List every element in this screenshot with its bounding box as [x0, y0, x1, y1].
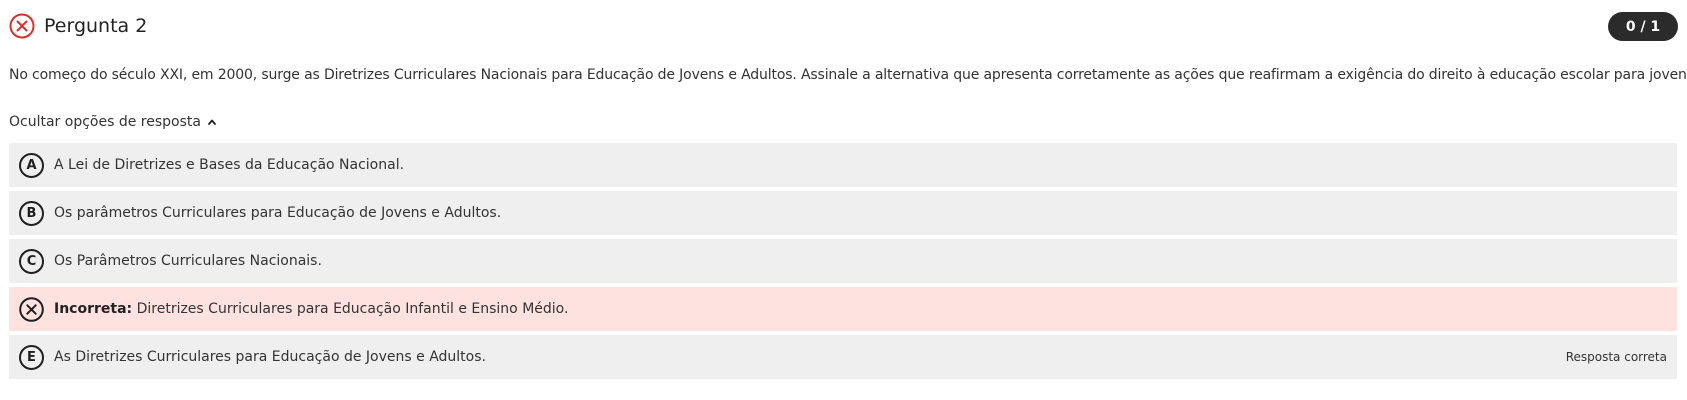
option-letter-c: C — [19, 248, 44, 274]
option-text-body: Diretrizes Curriculares para Educação In… — [136, 301, 569, 317]
chevron-up-icon — [207, 117, 217, 127]
option-d-incorrect[interactable]: Incorreta: Diretrizes Curriculares para … — [9, 287, 1677, 331]
correct-answer-note: Resposta correta — [1565, 350, 1667, 364]
incorrect-prefix: Incorreta: — [54, 301, 133, 317]
option-e[interactable]: E As Diretrizes Curriculares para Educaç… — [9, 335, 1677, 379]
question-text: No começo do século XXI, em 2000, surge … — [9, 67, 1687, 83]
option-letter-e: E — [19, 344, 44, 370]
option-b[interactable]: B Os parâmetros Curriculares para Educaç… — [9, 191, 1677, 235]
option-letter-b: B — [19, 200, 44, 226]
option-text: As Diretrizes Curriculares para Educação… — [54, 349, 486, 365]
option-text: A Lei de Diretrizes e Bases da Educação … — [54, 157, 405, 173]
question-header: Pergunta 2 — [9, 13, 147, 39]
option-text: Incorreta: Diretrizes Curriculares para … — [54, 301, 568, 317]
question-card: Pergunta 2 0 / 1 No começo do século XXI… — [0, 0, 1687, 400]
hide-options-toggle[interactable]: Ocultar opções de resposta — [9, 114, 217, 130]
x-circle-icon — [9, 13, 35, 39]
option-c[interactable]: C Os Parâmetros Curriculares Nacionais. — [9, 239, 1677, 283]
question-title: Pergunta 2 — [44, 15, 148, 37]
x-circle-icon — [19, 296, 44, 322]
option-text: Os parâmetros Curriculares para Educação… — [54, 205, 502, 221]
option-letter-a: A — [19, 152, 44, 178]
option-a[interactable]: A A Lei de Diretrizes e Bases da Educaçã… — [9, 143, 1677, 187]
toggle-label: Ocultar opções de resposta — [9, 114, 201, 130]
score-badge: 0 / 1 — [1608, 12, 1678, 41]
option-text: Os Parâmetros Curriculares Nacionais. — [54, 253, 322, 269]
answer-options: A A Lei de Diretrizes e Bases da Educaçã… — [9, 143, 1677, 383]
